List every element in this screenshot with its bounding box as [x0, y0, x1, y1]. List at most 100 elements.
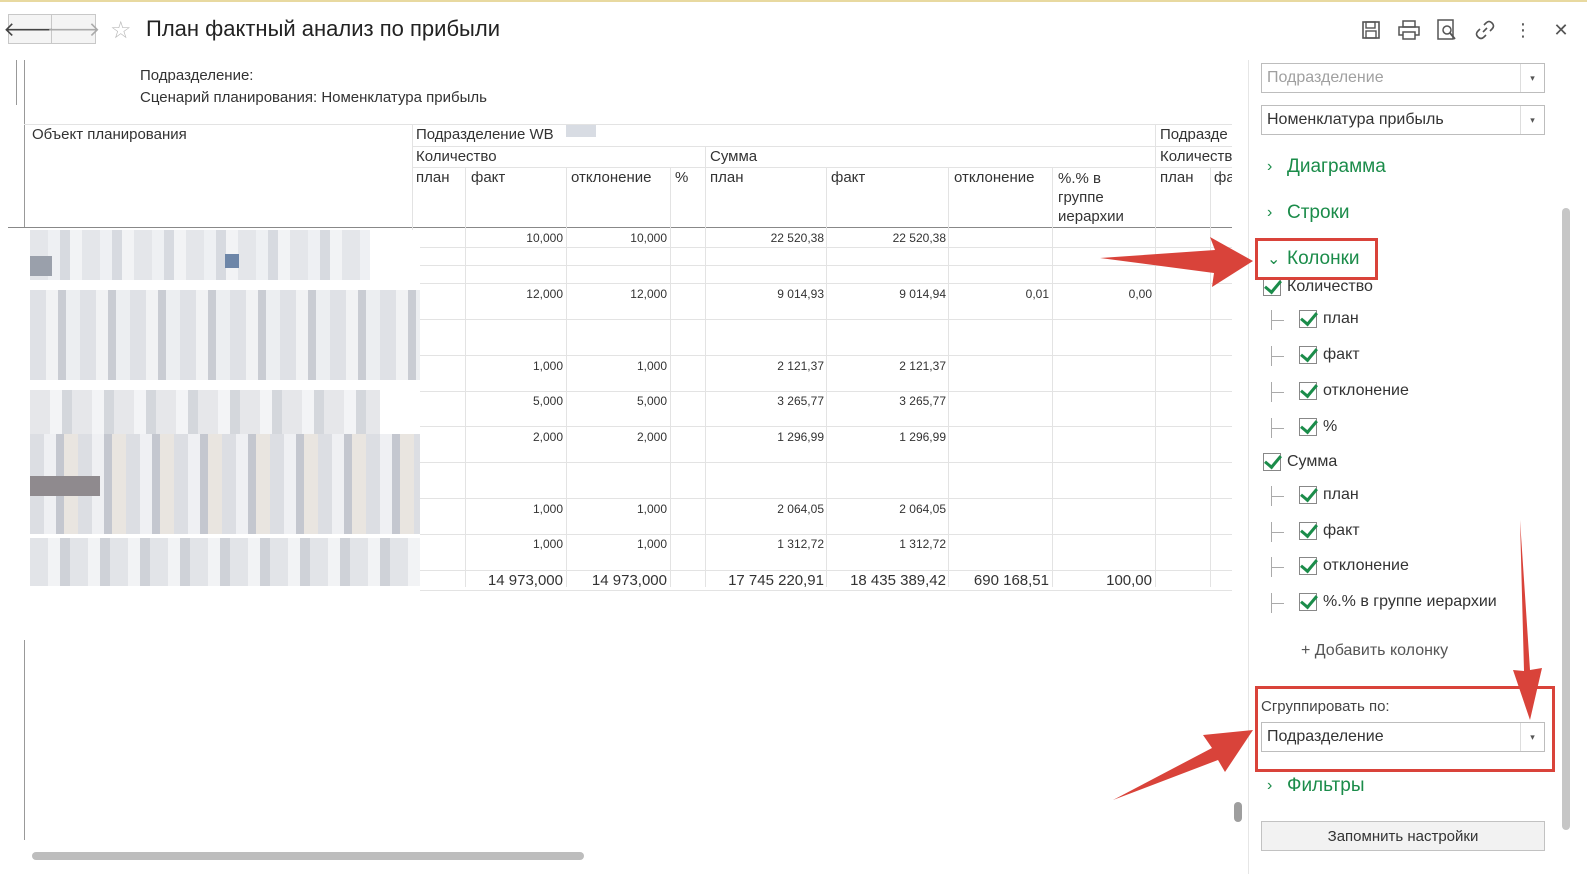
- nav-buttons: 🡐 🡒: [3, 14, 100, 44]
- add-column-link[interactable]: + Добавить колонку: [1301, 642, 1448, 660]
- checkbox-icon[interactable]: [1299, 382, 1317, 400]
- save-settings-button[interactable]: Запомнить настройки: [1261, 821, 1545, 851]
- checkbox-icon[interactable]: [1299, 346, 1317, 364]
- checkbox-label: план: [1323, 310, 1359, 327]
- report-horizontal-scrollbar[interactable]: [8, 850, 1220, 862]
- row2-sum-fact: 9 014,94: [899, 287, 946, 301]
- checkbox-qty[interactable]: Количество: [1263, 278, 1373, 296]
- tree-connector: [1271, 486, 1285, 506]
- checkbox-icon[interactable]: [1299, 418, 1317, 436]
- checkbox-qty-fact[interactable]: факт: [1299, 346, 1360, 364]
- group-by-label: Сгруппировать по:: [1261, 698, 1390, 715]
- forward-arrow-icon[interactable]: 🡒: [47, 14, 100, 44]
- checkbox-icon[interactable]: [1263, 278, 1281, 296]
- group-by-value: Подразделение: [1267, 728, 1384, 745]
- col-sep: [566, 167, 567, 587]
- redacted-row-name: [30, 290, 420, 380]
- checkbox-icon[interactable]: [1263, 453, 1281, 471]
- row7-sum-plan: 1 312,72: [777, 537, 824, 551]
- row-line: [420, 265, 1232, 266]
- total-qty-fact: 14 973,000: [487, 572, 563, 589]
- row-line: [420, 570, 1232, 571]
- checkbox-icon[interactable]: [1299, 486, 1317, 504]
- chevron-right-icon: ›: [1267, 158, 1273, 175]
- back-arrow-icon[interactable]: 🡐: [3, 14, 57, 44]
- total-qty-dev: 14 973,000: [591, 572, 667, 589]
- panel-scrollbar[interactable]: [1560, 60, 1572, 874]
- more-icon[interactable]: ⋮: [1511, 18, 1535, 42]
- checkbox-qty-plan[interactable]: план: [1299, 310, 1359, 328]
- checkbox-sum-plan[interactable]: план: [1299, 486, 1359, 504]
- row7-qty-fact: 1,000: [532, 537, 563, 551]
- checkbox-sum-pct-group[interactable]: %.% в группе иерархии: [1299, 593, 1497, 611]
- toolbar-actions: ⋮ ✕: [1359, 18, 1573, 42]
- subdivision-placeholder: Подразделение: [1267, 69, 1384, 86]
- checkbox-qty-pct[interactable]: %: [1299, 418, 1337, 436]
- redacted-row-name: [225, 254, 239, 268]
- row6-qty-fact: 1,000: [532, 502, 563, 516]
- group-by-select[interactable]: Подразделение ▾: [1261, 722, 1545, 752]
- row4-qty-dev: 5,000: [636, 394, 667, 408]
- row7-sum-fact: 1 312,72: [899, 537, 946, 551]
- group2-header: Подразде: [1160, 126, 1228, 143]
- section-columns[interactable]: ⌄ Колонки: [1267, 248, 1360, 270]
- col-sep: [1210, 167, 1211, 587]
- report-header-border: [24, 60, 25, 228]
- tree-connector: [1271, 346, 1285, 366]
- checkbox-label: план: [1323, 486, 1359, 503]
- total-sum-plan: 17 745 220,91: [728, 572, 824, 589]
- chevron-down-icon[interactable]: ▾: [1520, 723, 1544, 751]
- group1-header: Подразделение WB: [416, 126, 554, 143]
- col-plan-2: план: [1160, 169, 1194, 186]
- section-filters-label: Фильтры: [1287, 775, 1365, 796]
- star-icon[interactable]: ☆: [110, 16, 132, 45]
- subdivision-select[interactable]: Подразделение ▾: [1261, 63, 1545, 93]
- col-pct: %: [675, 169, 689, 186]
- checkbox-qty-dev[interactable]: отклонение: [1299, 382, 1409, 400]
- row-line: [420, 391, 1232, 392]
- col-plan: план: [416, 169, 450, 186]
- save-icon[interactable]: [1359, 18, 1383, 42]
- qty-header: Количество: [416, 148, 497, 165]
- checkbox-sum-fact[interactable]: факт: [1299, 522, 1360, 540]
- checkbox-sum-dev[interactable]: отклонение: [1299, 557, 1409, 575]
- tree-connector: [1271, 382, 1285, 402]
- redacted-row-name: [30, 256, 52, 276]
- checkbox-icon[interactable]: [1299, 522, 1317, 540]
- tree-connector: [1271, 418, 1285, 438]
- col-dev: отклонение: [571, 169, 652, 186]
- row-line: [420, 534, 1232, 535]
- row1-qty-dev: 10,000: [630, 231, 667, 245]
- section-filters[interactable]: › Фильтры: [1267, 775, 1364, 797]
- title-bar: 🡐 🡒 ☆ План фактный анализ по прибыли ⋮ ✕: [0, 0, 1587, 58]
- chevron-right-icon: ›: [1267, 204, 1273, 221]
- checkbox-sum[interactable]: Сумма: [1263, 453, 1337, 471]
- preview-icon[interactable]: [1435, 18, 1459, 42]
- total-sum-dev: 690 168,51: [973, 572, 1049, 589]
- link-icon[interactable]: [1473, 18, 1497, 42]
- row5-qty-dev: 2,000: [636, 430, 667, 444]
- scenario-select[interactable]: Номенклатура прибыль ▾: [1261, 105, 1545, 135]
- chevron-down-icon: ⌄: [1267, 251, 1281, 268]
- section-chart[interactable]: › Диаграмма: [1267, 156, 1386, 178]
- redacted-row-name: [30, 538, 420, 586]
- chevron-down-icon[interactable]: ▾: [1520, 64, 1544, 92]
- report-vertical-scrollbar[interactable]: [1232, 60, 1244, 850]
- page-title: План фактный анализ по прибыли: [146, 16, 500, 41]
- print-icon[interactable]: [1397, 18, 1421, 42]
- checkbox-label: %.% в группе иерархии: [1323, 593, 1497, 610]
- col-pct-group: %.% в группе иерархии: [1058, 170, 1124, 225]
- row5-sum-plan: 1 296,99: [777, 430, 824, 444]
- row-line: [420, 462, 1232, 463]
- row6-sum-fact: 2 064,05: [899, 502, 946, 516]
- redacted-row-name: [30, 476, 100, 496]
- total-sum-fact: 18 435 389,42: [850, 572, 946, 589]
- close-icon[interactable]: ✕: [1549, 18, 1573, 42]
- checkbox-icon[interactable]: [1299, 593, 1317, 611]
- chevron-down-icon[interactable]: ▾: [1520, 106, 1544, 134]
- checkbox-icon[interactable]: [1299, 557, 1317, 575]
- report-left-border: [16, 60, 17, 105]
- section-rows[interactable]: › Строки: [1267, 202, 1349, 224]
- col-sep: [826, 167, 827, 587]
- checkbox-icon[interactable]: [1299, 310, 1317, 328]
